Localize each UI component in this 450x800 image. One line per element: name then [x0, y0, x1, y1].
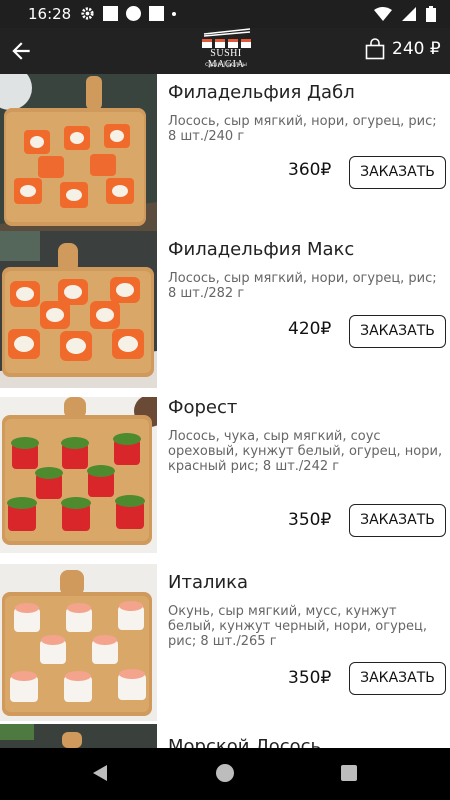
sushi-roll — [40, 301, 70, 329]
shopping-bag-icon[interactable] — [365, 38, 385, 60]
sushi-roll — [11, 437, 39, 469]
product-description: Лосось, сыр мягкий, нори, огурец, рис; 8… — [168, 114, 437, 144]
logo-tagline: суши | роллы — [205, 61, 247, 68]
sushi-roll — [64, 671, 92, 702]
sushi-roll — [38, 156, 64, 178]
sushi-roll — [61, 497, 91, 531]
sushi-roll — [90, 154, 116, 176]
product-name[interactable]: Филадельфия Дабл — [168, 82, 355, 103]
sushi-roll — [92, 635, 118, 664]
sushi-roll — [106, 178, 134, 204]
product-price: 360₽ — [288, 160, 332, 180]
product-card[interactable]: Форест Лосось, чука, сыр мягкий, соус ор… — [0, 389, 450, 565]
product-description: Лосось, сыр мягкий, нори, огурец, рис; 8… — [168, 271, 437, 301]
product-card[interactable]: Морской Лосось — [0, 724, 450, 748]
sushi-roll — [35, 467, 63, 499]
sushi-roll — [7, 497, 37, 531]
product-name[interactable]: Форест — [168, 397, 237, 418]
arrow-left-icon[interactable] — [8, 38, 34, 64]
order-button[interactable]: ЗАКАЗАТЬ — [349, 156, 446, 189]
sushi-roll — [87, 465, 115, 497]
product-name[interactable]: Италика — [168, 572, 248, 593]
product-description: Окунь, сыр мягкий, мусс, кунжут белый, к… — [168, 604, 427, 649]
product-photo[interactable] — [0, 231, 157, 388]
sushi-roll — [24, 130, 50, 154]
sushi-roll — [10, 281, 40, 307]
battery-icon — [426, 6, 436, 22]
sushi-chopsticks-icon — [202, 28, 251, 48]
sushi-roll — [14, 603, 40, 632]
sushi-roll — [10, 671, 38, 702]
sushi-roll — [8, 329, 40, 359]
sushi-roll — [118, 601, 144, 630]
product-price: 350₽ — [288, 510, 332, 530]
product-price: 350₽ — [288, 668, 332, 688]
product-photo[interactable] — [0, 397, 157, 553]
product-card[interactable]: Филадельфия Дабл Лосось, сыр мягкий, нор… — [0, 74, 450, 232]
product-photo[interactable] — [0, 724, 157, 748]
signal-icon — [402, 7, 416, 21]
gear-icon — [81, 7, 94, 20]
product-name[interactable]: Филадельфия Макс — [168, 239, 354, 260]
sushi-roll — [115, 495, 145, 529]
product-photo[interactable] — [0, 74, 157, 231]
wifi-icon — [374, 7, 392, 21]
sushi-roll — [40, 635, 66, 664]
product-card[interactable]: Филадельфия Макс Лосось, сыр мягкий, нор… — [0, 231, 450, 390]
sushi-roll — [104, 124, 130, 148]
app-bar: SUSHI MAGIA суши | роллы 240 ₽ — [0, 28, 450, 74]
product-description: Лосось, чука, сыр мягкий, соус ореховый,… — [168, 429, 443, 474]
square-icon — [149, 6, 164, 21]
circle-icon — [126, 6, 141, 21]
sushi-roll — [112, 329, 144, 359]
product-list[interactable]: Филадельфия Дабл Лосось, сыр мягкий, нор… — [0, 74, 450, 748]
home-circle-icon[interactable] — [216, 764, 234, 782]
sushi-roll — [61, 437, 89, 469]
sushi-roll — [113, 433, 141, 465]
product-card[interactable]: Италика Окунь, сыр мягкий, мусс, кунжут … — [0, 564, 450, 725]
sushi-roll — [60, 331, 92, 361]
sushi-roll — [118, 669, 146, 700]
status-time: 16:28 — [28, 5, 72, 23]
sushi-roll — [90, 301, 120, 329]
cart-total[interactable]: 240 ₽ — [392, 39, 441, 59]
dot-icon — [172, 11, 176, 16]
sushi-roll — [66, 603, 92, 632]
status-notification-icons — [80, 6, 176, 21]
sushi-roll — [60, 182, 88, 208]
product-price: 420₽ — [288, 319, 332, 339]
recents-square-icon[interactable] — [341, 765, 357, 781]
sushi-roll — [110, 277, 140, 303]
product-name[interactable]: Морской Лосось — [168, 736, 321, 748]
status-bar: 16:28 — [0, 0, 450, 28]
brand-logo: SUSHI MAGIA суши | роллы — [194, 28, 258, 74]
product-photo[interactable] — [0, 564, 157, 721]
order-button[interactable]: ЗАКАЗАТЬ — [349, 662, 446, 695]
back-triangle-icon[interactable] — [92, 764, 108, 782]
system-nav-bar — [0, 748, 450, 800]
sushi-roll — [64, 126, 90, 150]
square-icon — [103, 6, 118, 21]
status-system-icons — [374, 6, 436, 22]
order-button[interactable]: ЗАКАЗАТЬ — [349, 315, 446, 348]
order-button[interactable]: ЗАКАЗАТЬ — [349, 504, 446, 537]
sushi-roll — [14, 178, 42, 204]
